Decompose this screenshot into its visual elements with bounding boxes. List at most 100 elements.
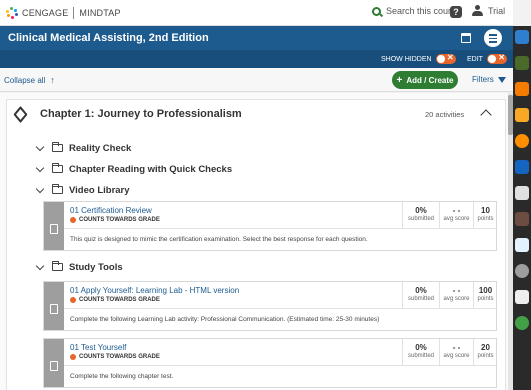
add-create-button[interactable]: + Add / Create — [392, 71, 458, 89]
rss-app-icon[interactable] — [515, 82, 529, 96]
document-app-icon[interactable] — [515, 290, 529, 304]
user-menu[interactable]: Trial — [472, 5, 505, 17]
brand-name: CENGAGE — [22, 7, 69, 18]
activity-card[interactable]: 01 Apply Yourself: Learning Lab - HTML v… — [43, 281, 497, 331]
chevron-down-icon — [35, 142, 45, 151]
activity-type-strip — [44, 202, 64, 250]
tools-app-icon[interactable] — [515, 212, 529, 226]
activity-type-strip — [44, 282, 64, 330]
points-value: 10 — [481, 206, 490, 215]
brand[interactable]: CENGAGE MINDTAP — [0, 6, 121, 19]
activity-link[interactable]: 01 Certification Review — [70, 206, 152, 215]
edit-toggle[interactable]: EDIT ✕ — [467, 53, 507, 64]
leaf-app-icon[interactable] — [515, 56, 529, 70]
course-bar: Clinical Medical Assisting, 2nd Edition — [0, 26, 513, 50]
avg-score-label: avg score — [443, 296, 470, 302]
submitted-value: 0% — [415, 286, 427, 295]
cengage-app-icon[interactable] — [515, 238, 529, 252]
grade-dot-icon — [70, 297, 76, 303]
calendar-icon[interactable] — [461, 33, 471, 43]
submitted-stat: 0% submitted — [402, 282, 439, 309]
chapter-card: Chapter 1: Journey to Professionalism 20… — [6, 99, 506, 390]
folder-icon — [52, 142, 63, 152]
chevron-down-icon — [35, 163, 45, 172]
close-icon: ✕ — [498, 53, 505, 62]
show-hidden-switch[interactable]: ✕ — [435, 53, 456, 64]
book-app-icon[interactable] — [515, 160, 529, 174]
notes-app-icon[interactable] — [515, 186, 529, 200]
show-hidden-toggle[interactable]: SHOW HIDDEN ✕ — [381, 53, 456, 64]
readspeaker-app-icon[interactable] — [515, 134, 529, 148]
folder-icon — [52, 163, 63, 173]
points-label: points — [477, 353, 494, 359]
folder-chapter-reading[interactable]: Chapter Reading with Quick Checks — [35, 160, 233, 178]
cube-icon — [13, 106, 28, 123]
brand-divider — [73, 6, 75, 19]
activity-link[interactable]: 01 Test Yourself — [70, 343, 126, 352]
dictionary-app-icon[interactable] — [515, 108, 529, 122]
toggle-bar: SHOW HIDDEN ✕ EDIT ✕ — [0, 50, 513, 68]
chevron-down-icon — [35, 184, 45, 193]
chevron-down-icon — [35, 261, 45, 270]
activity-header: 01 Test Yourself COUNTS TOWARDS GRADE 0%… — [64, 339, 497, 366]
activity-description: Complete the following Learning Lab acti… — [70, 316, 380, 323]
grade-dot-icon — [70, 354, 76, 360]
user-label: Trial — [488, 6, 506, 16]
filters-button[interactable]: Filters — [472, 75, 506, 84]
chapter-title: Chapter 1: Journey to Professionalism — [40, 108, 242, 120]
activity-header: 01 Certification Review COUNTS TOWARDS G… — [64, 202, 497, 229]
points-label: points — [477, 216, 494, 222]
submitted-stat: 0% submitted — [402, 339, 439, 366]
chevron-up-icon[interactable] — [480, 109, 492, 121]
collapse-all-button[interactable]: Collapse all ↑ — [4, 75, 55, 85]
activity-link[interactable]: 01 Apply Yourself: Learning Lab - HTML v… — [70, 286, 239, 295]
circle-app-icon[interactable] — [515, 316, 529, 330]
edit-label: EDIT — [467, 55, 483, 63]
grade-label: COUNTS TOWARDS GRADE — [79, 354, 160, 360]
avg-score-stat: - - avg score — [439, 282, 473, 309]
learning-path: Chapter 1: Journey to Professionalism 20… — [0, 93, 508, 390]
avg-score-label: avg score — [443, 216, 470, 222]
submitted-value: 0% — [415, 343, 427, 352]
folder-video-library[interactable]: Video Library — [35, 181, 130, 199]
folder-label: Reality Check — [69, 142, 132, 154]
document-icon — [50, 224, 58, 234]
submitted-label: submitted — [407, 216, 434, 222]
cloud-app-icon[interactable] — [515, 30, 529, 44]
product-name: MINDTAP — [79, 7, 121, 18]
user-icon — [472, 5, 483, 17]
chapter-header[interactable]: Chapter 1: Journey to Professionalism 20… — [7, 100, 507, 130]
points-stat: 100 points — [473, 282, 497, 309]
activity-card[interactable]: 01 Test Yourself COUNTS TOWARDS GRADE 0%… — [43, 338, 497, 388]
folder-label: Chapter Reading with Quick Checks — [69, 163, 233, 175]
search-app-icon[interactable] — [515, 264, 529, 278]
points-value: 20 — [481, 343, 490, 352]
search-course-button[interactable]: Search this course — [372, 6, 461, 16]
folder-study-tools[interactable]: Study Tools — [35, 258, 123, 276]
action-bar: Collapse all ↑ + Add / Create Filters — [0, 68, 513, 92]
folder-label: Video Library — [69, 184, 130, 196]
counts-towards-grade: COUNTS TOWARDS GRADE — [70, 354, 160, 360]
avg-score-label: avg score — [443, 353, 470, 359]
edit-switch[interactable]: ✕ — [486, 53, 507, 64]
arrow-up-icon: ↑ — [50, 75, 55, 85]
points-label: points — [477, 296, 494, 302]
folder-icon — [52, 261, 63, 271]
search-icon — [372, 6, 381, 16]
activity-header: 01 Apply Yourself: Learning Lab - HTML v… — [64, 282, 497, 309]
help-icon[interactable]: ? — [450, 6, 462, 18]
cengage-logo-icon — [6, 6, 18, 19]
show-hidden-label: SHOW HIDDEN — [381, 55, 432, 63]
activity-card[interactable]: 01 Certification Review COUNTS TOWARDS G… — [43, 201, 497, 251]
document-icon — [50, 304, 58, 314]
counts-towards-grade: COUNTS TOWARDS GRADE — [70, 217, 160, 223]
points-value: 100 — [478, 286, 493, 295]
avg-score-value: - - — [452, 286, 461, 295]
folder-reality-check[interactable]: Reality Check — [35, 139, 132, 157]
submitted-value: 0% — [415, 206, 427, 215]
activity-type-strip — [44, 339, 64, 387]
app-dock — [513, 26, 531, 390]
grade-dot-icon — [70, 217, 76, 223]
course-title: Clinical Medical Assisting, 2nd Edition — [8, 32, 209, 44]
outline-view-button[interactable] — [484, 29, 502, 47]
